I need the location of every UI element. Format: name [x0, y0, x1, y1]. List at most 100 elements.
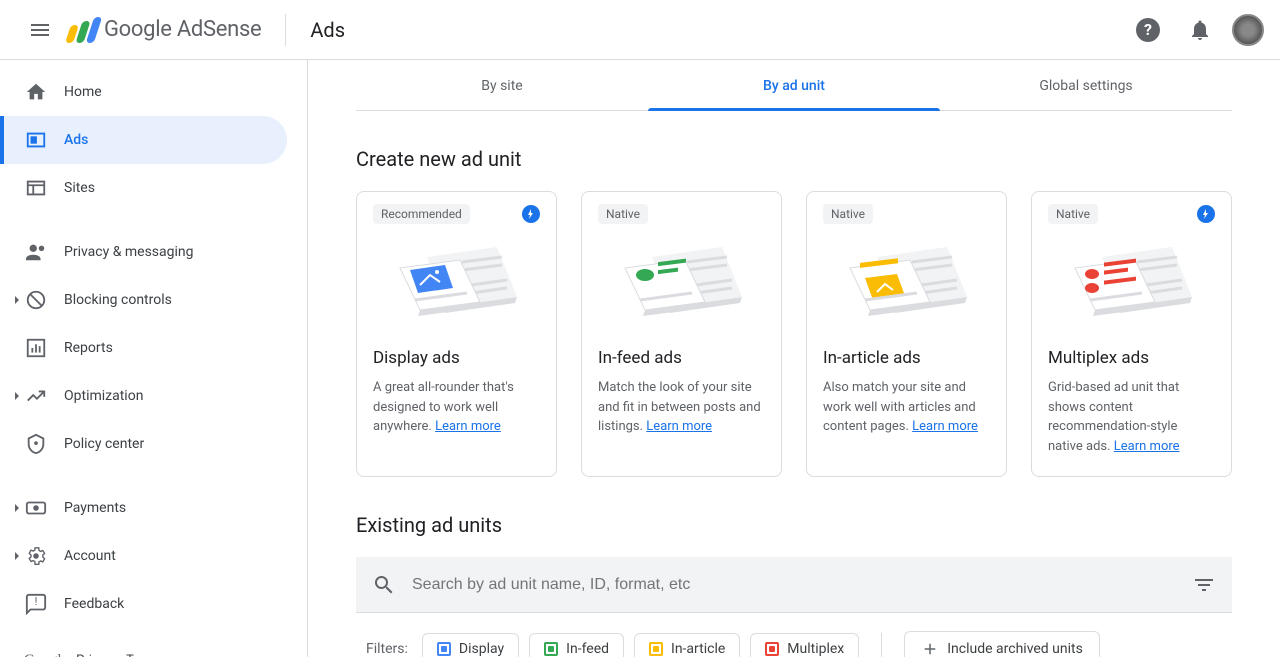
card-illustration	[1048, 232, 1215, 332]
terms-link[interactable]: Terms	[126, 653, 163, 657]
existing-section-title: Existing ad units	[356, 513, 1232, 537]
privacy-link[interactable]: Privacy	[76, 653, 118, 657]
sidebar-item-label: Payments	[64, 500, 126, 516]
ad-format-icon	[649, 642, 663, 656]
ad-format-icon	[544, 642, 558, 656]
card-badge: Recommended	[373, 204, 470, 224]
ad-card-display-ads[interactable]: Recommended Display ads A great all-roun…	[356, 191, 557, 477]
ad-card-in-feed-ads[interactable]: Native In-feed ads Match the look of you…	[581, 191, 782, 477]
filter-chip-multiplex[interactable]: Multiplex	[750, 633, 859, 657]
learn-more-link[interactable]: Learn more	[1114, 439, 1180, 454]
block-icon	[24, 289, 48, 311]
filter-list-icon[interactable]	[1192, 573, 1216, 597]
filter-chip-display[interactable]: Display	[422, 633, 519, 657]
sidebar-item-label: Feedback	[64, 596, 124, 612]
sidebar-item-reports[interactable]: Reports	[0, 324, 287, 372]
sidebar-footer: Google Privacy Terms	[0, 640, 307, 657]
card-illustration	[823, 232, 990, 332]
search-bar[interactable]	[356, 557, 1232, 613]
header-divider	[285, 14, 286, 46]
feedback-icon: !	[24, 593, 48, 615]
create-section-title: Create new ad unit	[356, 147, 1232, 171]
payments-icon	[24, 497, 48, 519]
notifications-button[interactable]	[1180, 10, 1220, 50]
sidebar-item-blocking-controls[interactable]: Blocking controls	[0, 276, 287, 324]
sidebar-item-ads[interactable]: Ads	[0, 116, 287, 164]
filter-chip-in-feed[interactable]: In-feed	[529, 633, 624, 657]
filter-divider	[881, 633, 882, 657]
sidebar-nav: Home Ads Sites Privacy & messaging Blocking…	[0, 60, 308, 657]
sidebar-item-payments[interactable]: Payments	[0, 484, 287, 532]
sidebar-item-label: Home	[64, 84, 102, 100]
sidebar-item-label: Policy center	[64, 436, 144, 452]
card-badge: Native	[823, 204, 873, 224]
ad-card-multiplex-ads[interactable]: Native Multiplex ads Grid-based ad unit …	[1031, 191, 1232, 477]
card-description: Grid-based ad unit that shows content re…	[1048, 378, 1215, 456]
svg-text:!: !	[35, 595, 38, 608]
privacy-icon	[24, 241, 48, 263]
product-name: Google AdSense	[104, 17, 261, 42]
card-title: Display ads	[373, 348, 540, 368]
tab-by-site[interactable]: By site	[356, 62, 648, 110]
chevron-right-icon	[12, 552, 22, 560]
filters-label: Filters:	[366, 641, 408, 657]
sidebar-item-sites[interactable]: Sites	[0, 164, 287, 212]
sidebar-item-label: Blocking controls	[64, 292, 172, 308]
bell-icon	[1188, 18, 1212, 42]
ad-format-icon	[765, 642, 779, 656]
card-description: Also match your site and work well with …	[823, 378, 990, 437]
sidebar-item-policy-center[interactable]: Policy center	[0, 420, 287, 468]
search-icon	[372, 573, 396, 597]
hamburger-icon	[28, 18, 52, 42]
card-illustration	[598, 232, 765, 332]
filter-chip-in-article[interactable]: In-article	[634, 633, 740, 657]
opt-icon	[24, 385, 48, 407]
sidebar-item-label: Privacy & messaging	[64, 244, 194, 260]
include-archived-label: Include archived units	[947, 641, 1083, 657]
card-title: In-article ads	[823, 348, 990, 368]
chevron-right-icon	[12, 504, 22, 512]
tabs-bar: By siteBy ad unitGlobal settings	[356, 62, 1232, 111]
policy-icon	[24, 433, 48, 455]
product-logo[interactable]: Google AdSense	[68, 17, 261, 43]
ad-card-in-article-ads[interactable]: Native In-article ads Also match your si…	[806, 191, 1007, 477]
user-avatar[interactable]	[1232, 14, 1264, 46]
chip-label: Display	[459, 641, 504, 657]
site-icon	[24, 177, 48, 199]
plus-icon	[921, 640, 939, 657]
sidebar-item-account[interactable]: Account	[0, 532, 287, 580]
google-wordmark: Google	[24, 652, 68, 657]
card-title: In-feed ads	[598, 348, 765, 368]
sidebar-item-label: Sites	[64, 180, 95, 196]
chip-label: In-feed	[566, 641, 609, 657]
page-title: Ads	[310, 18, 345, 42]
filter-row: Filters: Display In-feed In-article Multipl…	[356, 613, 1232, 657]
app-header: Google AdSense Ads ?	[0, 0, 1280, 60]
learn-more-link[interactable]: Learn more	[646, 419, 712, 434]
help-button[interactable]: ?	[1128, 10, 1168, 50]
tab-by-ad-unit[interactable]: By ad unit	[648, 62, 940, 110]
chip-label: Multiplex	[787, 641, 844, 657]
ad-format-icon	[437, 642, 451, 656]
chip-label: In-article	[671, 641, 725, 657]
sidebar-item-label: Ads	[64, 132, 88, 148]
card-title: Multiplex ads	[1048, 348, 1215, 368]
card-badge: Native	[598, 204, 648, 224]
search-input[interactable]	[412, 576, 1192, 594]
main-menu-button[interactable]	[16, 6, 64, 54]
sidebar-item-home[interactable]: Home	[0, 68, 287, 116]
card-illustration	[373, 232, 540, 332]
sidebar-item-optimization[interactable]: Optimization	[0, 372, 287, 420]
sidebar-item-privacy-messaging[interactable]: Privacy & messaging	[0, 228, 287, 276]
sidebar-item-label: Reports	[64, 340, 113, 356]
adsense-icon	[68, 17, 98, 43]
chevron-right-icon	[12, 392, 22, 400]
tab-global-settings[interactable]: Global settings	[940, 62, 1232, 110]
sidebar-item-feedback[interactable]: ! Feedback	[0, 580, 287, 628]
sidebar-item-label: Account	[64, 548, 116, 564]
ad-unit-cards-grid: Recommended Display ads A great all-roun…	[356, 191, 1232, 477]
learn-more-link[interactable]: Learn more	[912, 419, 978, 434]
learn-more-link[interactable]: Learn more	[435, 419, 501, 434]
include-archived-button[interactable]: Include archived units	[904, 631, 1100, 657]
account-icon	[24, 545, 48, 567]
